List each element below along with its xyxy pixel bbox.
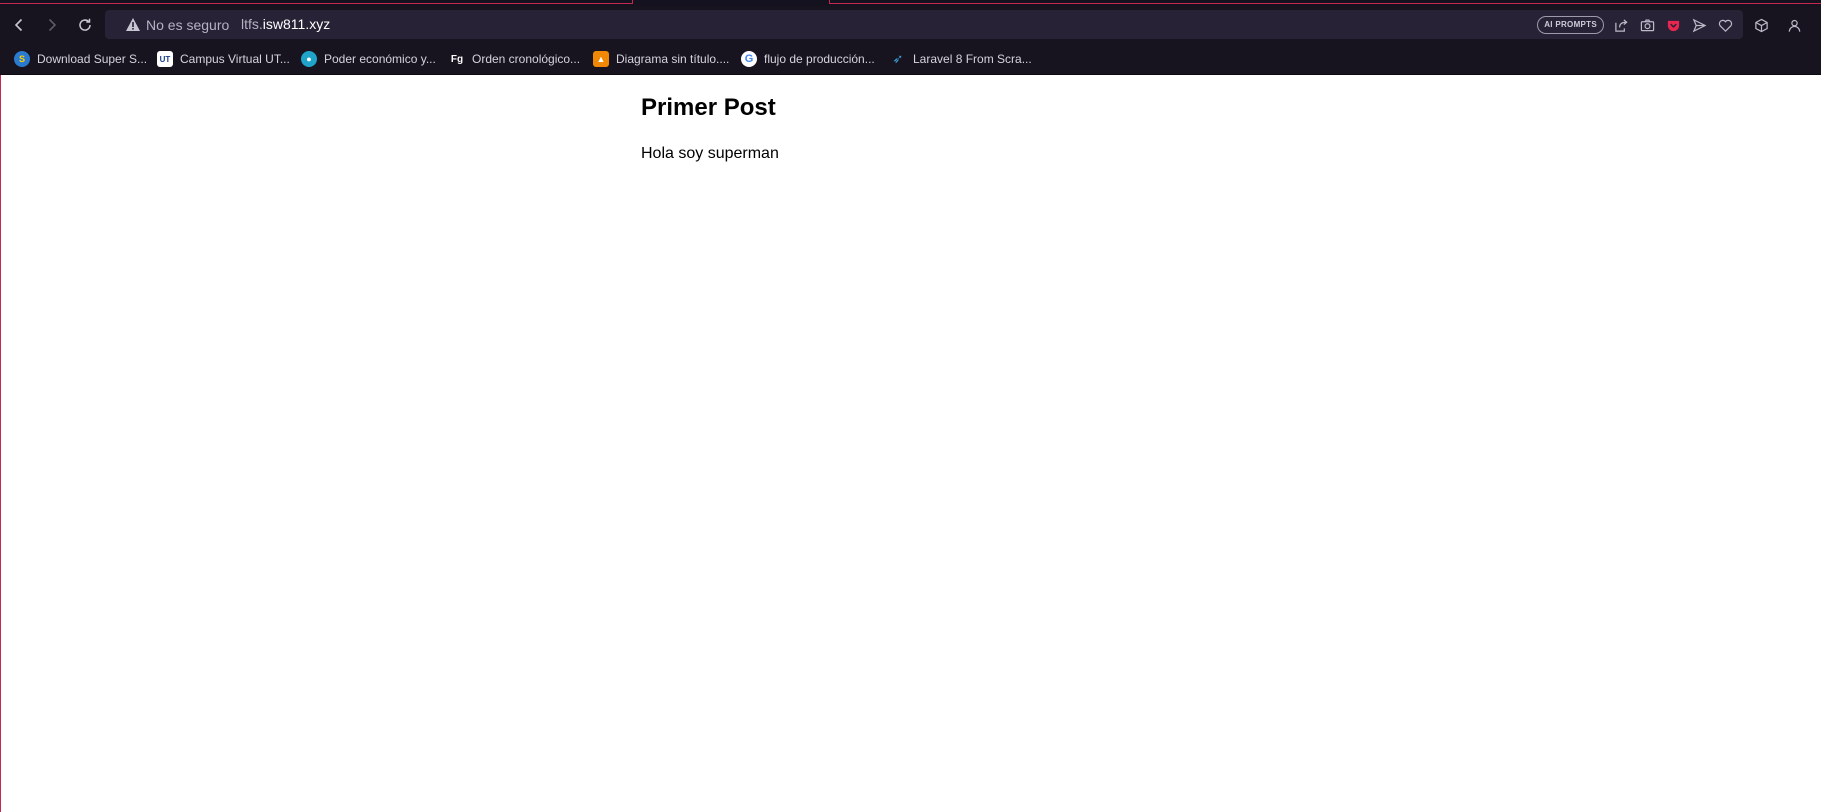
browser-window: No es seguro ltfs.isw811.xyz AI PROMPTS (0, 0, 1821, 812)
superman-icon: S (14, 51, 30, 67)
bookmark-item[interactable]: G flujo de producción... (741, 48, 875, 70)
address-bar[interactable]: No es seguro ltfs.isw811.xyz AI PROMPTS (105, 10, 1743, 39)
share-icon[interactable] (1612, 16, 1630, 34)
planet-icon: ● (301, 51, 317, 67)
url-domain: isw811.xyz (262, 16, 331, 32)
bookmarks-bar: S Download Super S... UT Campus Virtual … (0, 43, 1821, 75)
utn-icon: UT (157, 51, 173, 67)
chevron-left-icon (14, 18, 23, 32)
profile-icon[interactable] (1785, 16, 1803, 34)
extensions-icon[interactable] (1752, 16, 1770, 34)
bookmark-item[interactable]: ▲ Diagrama sin título.... (593, 48, 729, 70)
fg-icon: Fg (449, 51, 465, 67)
url-prefix: ltfs. (241, 16, 263, 32)
tab-accent-right (829, 0, 1821, 4)
ai-prompts-button[interactable]: AI PROMPTS (1537, 16, 1604, 34)
bookmark-item[interactable]: ● Poder económico y... (301, 48, 436, 70)
warning-icon[interactable] (125, 17, 141, 32)
bookmark-label: Download Super S... (37, 52, 148, 66)
drawio-icon: ▲ (593, 51, 609, 67)
send-icon[interactable] (1690, 16, 1708, 34)
bookmark-item[interactable]: Fg Orden cronológico... (449, 48, 580, 70)
chevron-right-icon (48, 18, 57, 32)
reload-button[interactable] (73, 13, 97, 37)
bookmark-label: Poder económico y... (324, 52, 436, 66)
bookmark-label: flujo de producción... (764, 52, 875, 66)
forward-button[interactable] (40, 13, 64, 37)
bookmark-item[interactable]: ➶ Laravel 8 From Scra... (890, 48, 1032, 70)
url-text[interactable]: ltfs.isw811.xyz (241, 16, 330, 32)
security-label[interactable]: No es seguro (146, 17, 229, 33)
bookmark-label: Laravel 8 From Scra... (913, 52, 1032, 66)
camera-icon[interactable] (1638, 16, 1656, 34)
bookmark-label: Campus Virtual UT... (180, 52, 290, 66)
laracasts-icon: ➶ (892, 51, 904, 66)
heart-icon[interactable] (1716, 16, 1734, 34)
bookmark-label: Orden cronológico... (472, 52, 581, 66)
post-title: Primer Post (641, 94, 776, 121)
bookmark-item[interactable]: S Download Super S... (14, 48, 147, 70)
bookmark-label: Diagrama sin título.... (616, 52, 730, 66)
tab-accent-left (0, 0, 633, 4)
pocket-icon[interactable] (1664, 16, 1682, 34)
back-button[interactable] (7, 13, 31, 37)
reload-icon (79, 18, 91, 31)
google-icon: G (741, 51, 757, 67)
post-body: Hola soy superman (641, 145, 779, 162)
bookmark-item[interactable]: UT Campus Virtual UT... (157, 48, 290, 70)
page-content: Primer Post Hola soy superman (0, 75, 1821, 812)
browser-toolbar: No es seguro ltfs.isw811.xyz AI PROMPTS (0, 6, 1821, 43)
